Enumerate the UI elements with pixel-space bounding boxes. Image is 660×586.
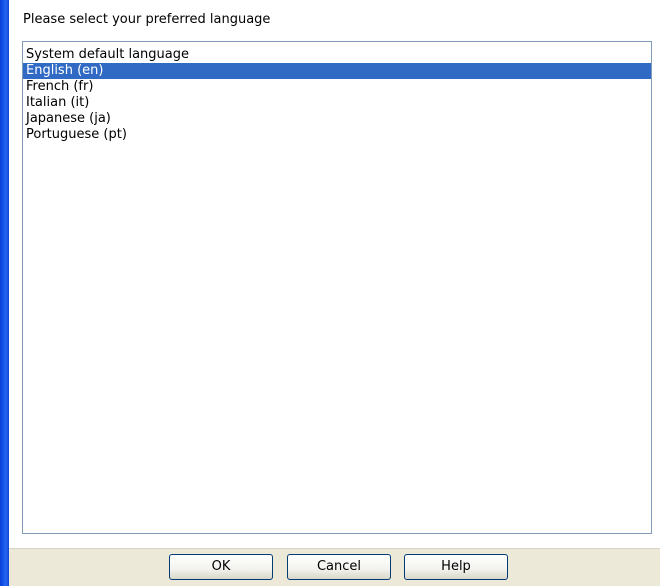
language-dialog: Please select your preferred language Sy… (9, 0, 660, 548)
list-item-portuguese[interactable]: Portuguese (pt) (23, 127, 651, 143)
list-item-system-default[interactable]: System default language (23, 47, 651, 63)
help-button[interactable]: Help (404, 554, 508, 580)
button-bar: OK Cancel Help (9, 548, 660, 586)
list-item-italian[interactable]: Italian (it) (23, 95, 651, 111)
window-left-border (0, 0, 9, 586)
ok-button[interactable]: OK (169, 554, 273, 580)
list-item-japanese[interactable]: Japanese (ja) (23, 111, 651, 127)
list-item-english[interactable]: English (en) (23, 63, 651, 79)
cancel-button[interactable]: Cancel (287, 554, 391, 580)
prompt-label: Please select your preferred language (23, 12, 271, 27)
list-item-french[interactable]: French (fr) (23, 79, 651, 95)
language-listbox[interactable]: System default language English (en) Fre… (22, 41, 652, 534)
